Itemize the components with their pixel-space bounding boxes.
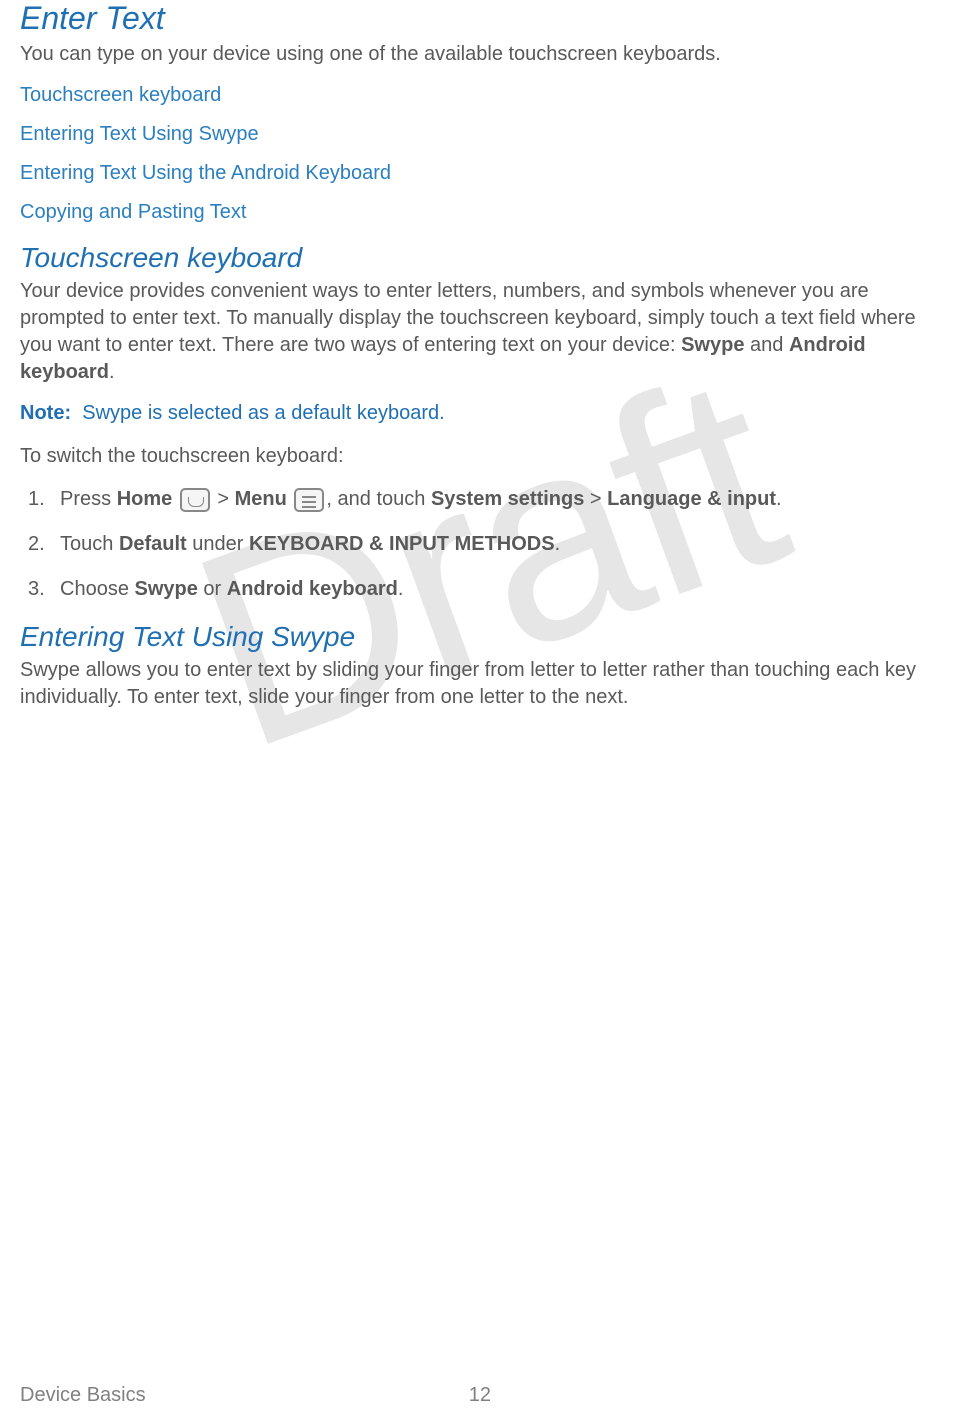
link-android-keyboard[interactable]: Entering Text Using the Android Keyboard (20, 162, 953, 185)
note-label: Note: (20, 402, 71, 424)
bold-language-input: Language & input (607, 488, 776, 510)
step-1: 1. Press Home > Menu , and touch System … (60, 486, 953, 513)
bold-swype: Swype (135, 578, 198, 600)
page-footer: Device Basics 12 (20, 1384, 953, 1407)
note-text: Swype is selected as a default keyboard. (82, 402, 444, 424)
swype-paragraph: Swype allows you to enter text by slidin… (20, 657, 953, 711)
intro-paragraph: You can type on your device using one of… (20, 41, 953, 68)
text-span: . (776, 488, 782, 510)
bold-keyboard-methods: KEYBOARD & INPUT METHODS (249, 533, 555, 555)
home-icon (180, 488, 210, 512)
text-span: . (398, 578, 404, 600)
step-number: 3. (28, 576, 45, 603)
footer-section-title: Device Basics (20, 1384, 146, 1407)
step-3: 3. Choose Swype or Android keyboard. (60, 576, 953, 603)
footer-page-number: 12 (469, 1384, 491, 1407)
text-span: > (584, 488, 607, 510)
link-touchscreen-keyboard[interactable]: Touchscreen keyboard (20, 84, 953, 107)
switch-keyboard-intro: To switch the touchscreen keyboard: (20, 443, 953, 470)
bold-default: Default (119, 533, 187, 555)
text-span: . (555, 533, 561, 555)
menu-icon (294, 488, 324, 512)
step-number: 2. (28, 531, 45, 558)
bold-system-settings: System settings (431, 488, 584, 510)
text-span: > (217, 488, 234, 510)
text-span: Touch (60, 533, 119, 555)
text-span: under (187, 533, 249, 555)
text-span: and (744, 334, 788, 356)
heading-touchscreen-keyboard: Touchscreen keyboard (20, 242, 953, 274)
heading-swype-entering: Entering Text Using Swype (20, 621, 953, 653)
document-content: Enter Text You can type on your device u… (20, 0, 953, 711)
bold-swype: Swype (681, 334, 744, 356)
heading-enter-text: Enter Text (20, 0, 953, 37)
text-span: or (198, 578, 227, 600)
bold-android-keyboard: Android keyboard (227, 578, 398, 600)
note-paragraph: Note: Swype is selected as a default key… (20, 402, 953, 425)
bold-home: Home (117, 488, 173, 510)
text-span: Choose (60, 578, 135, 600)
text-span: Press (60, 488, 117, 510)
step-2: 2. Touch Default under KEYBOARD & INPUT … (60, 531, 953, 558)
step-number: 1. (28, 486, 45, 513)
steps-list: 1. Press Home > Menu , and touch System … (20, 486, 953, 603)
link-copy-paste[interactable]: Copying and Pasting Text (20, 201, 953, 224)
link-swype[interactable]: Entering Text Using Swype (20, 123, 953, 146)
text-span: . (109, 361, 115, 383)
touchscreen-paragraph: Your device provides convenient ways to … (20, 278, 953, 386)
text-span: , and touch (326, 488, 431, 510)
bold-menu: Menu (235, 488, 287, 510)
